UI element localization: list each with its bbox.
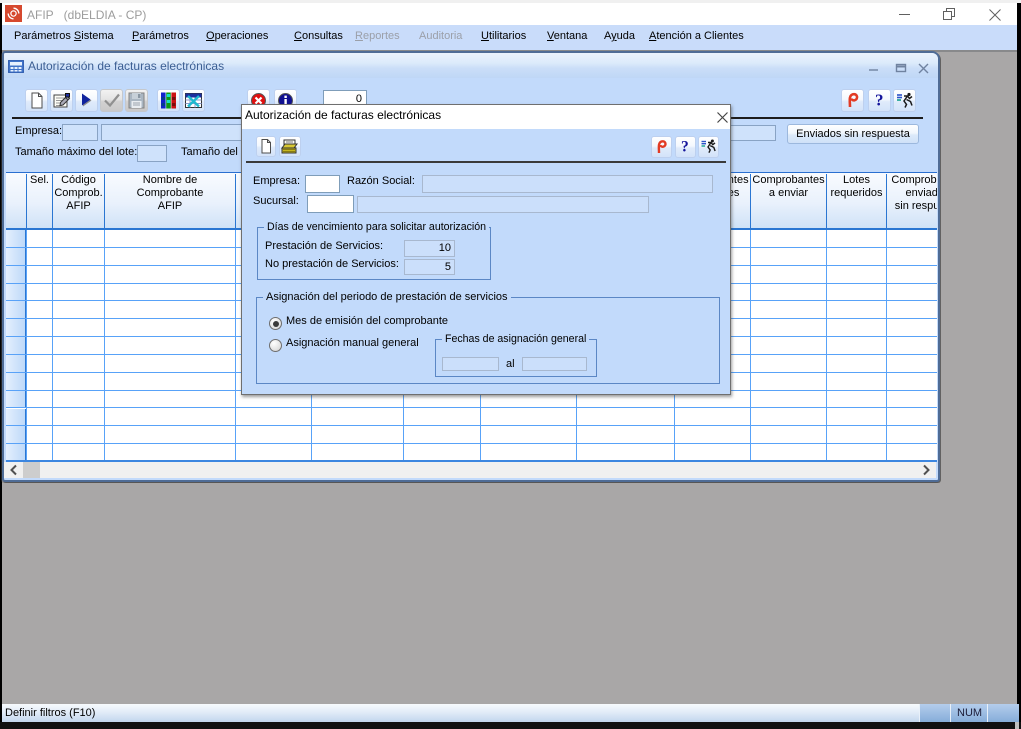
svg-text:?: ? [681, 139, 689, 156]
svg-text:?: ? [875, 91, 884, 110]
